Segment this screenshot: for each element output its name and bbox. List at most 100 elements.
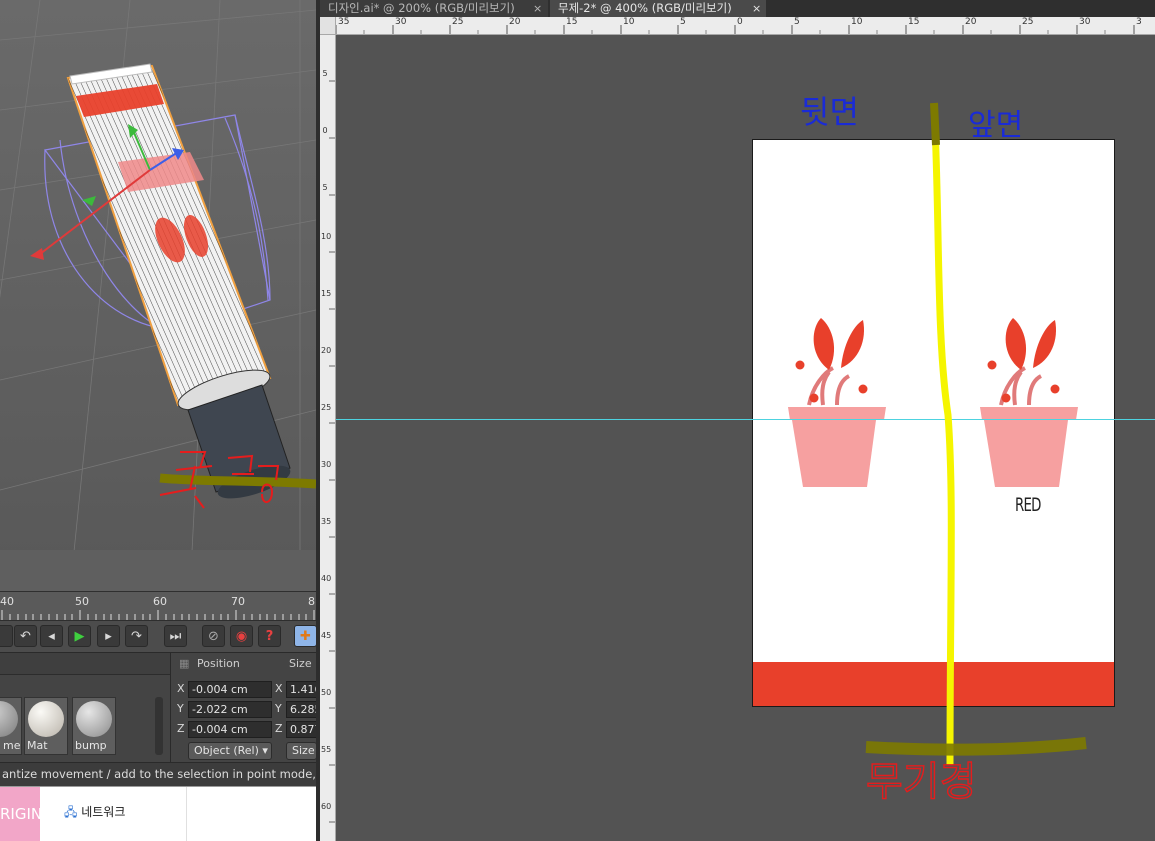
illustrator-window: 디자인.ai* @ 200% (RGB/미리보기) × 무제-2* @ 400%… [316, 0, 1155, 841]
ruler-label: 5 [322, 69, 328, 78]
status-text: antize movement / add to the selection i… [2, 767, 316, 781]
goto-start-icon[interactable]: ▏ [0, 625, 13, 647]
prev-key-icon[interactable]: ↶ [14, 625, 37, 647]
goto-end-icon[interactable]: ⏭ [164, 625, 187, 647]
ruler-label: 10 [321, 232, 332, 241]
position-y-value: -2.022 cm [192, 703, 248, 716]
network-label: 네트워크 [81, 805, 126, 819]
ruler-label: 20 [509, 17, 521, 27]
ruler-origin[interactable] [320, 17, 336, 35]
3d-viewport[interactable] [0, 0, 316, 591]
material-preview [76, 701, 112, 737]
document-tab-design[interactable]: 디자인.ai* @ 200% (RGB/미리보기) [320, 0, 548, 17]
ruler-label: 5 [322, 183, 328, 192]
position-x-field[interactable]: -0.004 cm [188, 681, 272, 698]
material-manager-menubar [0, 653, 170, 675]
document-tab-untitled-2[interactable]: 무제-2* @ 400% (RGB/미리보기) [550, 0, 766, 17]
position-x-value: -0.004 cm [192, 683, 248, 696]
fold-line-marker [930, 104, 955, 766]
size-z-field[interactable]: 0.877 [286, 721, 316, 738]
file-explorer-strip: RIGIN 🖧 네트워크 [0, 786, 316, 841]
autokey-icon[interactable]: ◉ [230, 625, 253, 647]
size-y-value: 6.285 [290, 703, 316, 716]
ruler-label: 10 [851, 17, 863, 27]
size-y-field[interactable]: 6.285 [286, 701, 316, 718]
axis-label-x: X [177, 682, 185, 695]
ruler-label: 50 [321, 688, 332, 697]
ruler-label: 25 [321, 403, 332, 412]
material-preview [0, 701, 18, 737]
material-swatch[interactable]: me [0, 697, 22, 755]
position-header: Position [197, 657, 240, 670]
horizontal-ruler[interactable]: 35 30 25 20 15 10 5 0 5 10 15 20 25 30 3 [336, 17, 1155, 35]
position-y-field[interactable]: -2.022 cm [188, 701, 272, 718]
size-x-value: 1.416 [290, 683, 316, 696]
coordinates-manager: ▦ Position Size X -0.004 cm X 1.416 Y -2… [170, 652, 316, 762]
ruler-label: 0 [737, 17, 743, 27]
material-manager: me Mat bump [0, 652, 170, 762]
material-label: bump [75, 739, 107, 752]
grip-icon: ▦ [179, 657, 190, 670]
chevron-down-icon: ▾ [262, 744, 268, 757]
step-forward-icon[interactable]: ▸ [97, 625, 120, 647]
ruler-label: 55 [321, 745, 332, 754]
ruler-label: 3 [1136, 17, 1142, 27]
material-swatch[interactable]: Mat [24, 697, 68, 755]
transport-bar: ▏ ↶ ◂ ▶ ▸ ↷ ⏭ ⊘ ◉ ? ✚ [0, 620, 316, 652]
timeline-ruler[interactable]: 40 50 60 70 8 [0, 591, 316, 620]
size-z-value: 0.877 [290, 723, 316, 736]
timeline-ticks [1, 610, 315, 620]
ruler-label: 0 [322, 126, 328, 135]
front-side-annotation: 앞면 [968, 108, 1023, 143]
ruler-label: 10 [623, 17, 635, 27]
play-icon[interactable]: ▶ [68, 625, 91, 647]
size-x-field[interactable]: 1.416 [286, 681, 316, 698]
move-tool-icon[interactable]: ✚ [294, 625, 316, 647]
size-axis-label-z: Z [275, 722, 283, 735]
ruler-label: 15 [566, 17, 578, 27]
ruler-label: 5 [794, 17, 800, 27]
tab-title: 무제-2* @ 400% (RGB/미리보기) [558, 1, 732, 15]
ruler-label: 5 [680, 17, 686, 27]
coordinate-mode-dropdown[interactable]: Object (Rel) ▾ [188, 742, 272, 760]
ruler-label: 30 [1079, 17, 1091, 27]
pasteboard-canvas[interactable]: RED 뒷면 앞면 무기경 [336, 35, 1155, 841]
position-z-field[interactable]: -0.004 cm [188, 721, 272, 738]
loop-icon[interactable]: ↷ [125, 625, 148, 647]
help-icon[interactable]: ? [258, 625, 281, 647]
handwritten-annotations: 뒷면 앞면 무기경 [800, 93, 1087, 806]
material-swatch[interactable]: bump [72, 697, 116, 755]
ruler-label: 60 [321, 802, 332, 811]
tab-close-icon[interactable]: × [752, 0, 761, 17]
vertical-ruler[interactable]: 5 0 5 10 15 20 25 30 35 40 45 50 55 60 [320, 35, 336, 841]
ruler-label: 40 [321, 574, 332, 583]
back-side-annotation: 뒷면 [800, 93, 859, 131]
size-axis-label-y: Y [275, 702, 282, 715]
axis-label-y: Y [177, 702, 184, 715]
ruler-label: 25 [452, 17, 464, 27]
size-mode-dropdown[interactable]: Size [286, 742, 316, 760]
ruler-label: 20 [321, 346, 332, 355]
position-z-value: -0.004 cm [192, 723, 248, 736]
background-marker [865, 737, 1087, 756]
tab-close-icon[interactable]: × [533, 0, 542, 17]
material-label: me [3, 739, 21, 752]
vertical-ruler-ticks [329, 80, 335, 823]
cinema4d-window: 40 50 60 70 8 ▏ ↶ ◂ ▶ ▸ ↷ ⏭ ⊘ ◉ ? ✚ me M… [0, 0, 316, 841]
origin-label: RIGIN [0, 805, 40, 823]
ruler-label: 15 [321, 289, 332, 298]
ruler-label: 15 [908, 17, 920, 27]
ruler-label: 20 [965, 17, 977, 27]
pane-divider [186, 787, 187, 841]
material-preview [28, 701, 64, 737]
material-label: Mat [27, 739, 48, 752]
material-scrollbar[interactable] [155, 697, 163, 755]
step-back-icon[interactable]: ◂ [40, 625, 63, 647]
origin-taskbar-item[interactable]: RIGIN [0, 787, 40, 841]
size-axis-label-x: X [275, 682, 283, 695]
network-icon: 🖧 [64, 805, 78, 819]
record-disabled-icon[interactable]: ⊘ [202, 625, 225, 647]
coordinate-mode-value: Object (Rel) [194, 744, 259, 757]
ruler-label: 25 [1022, 17, 1034, 27]
network-nav-item[interactable]: 🖧 네트워크 [64, 803, 125, 824]
